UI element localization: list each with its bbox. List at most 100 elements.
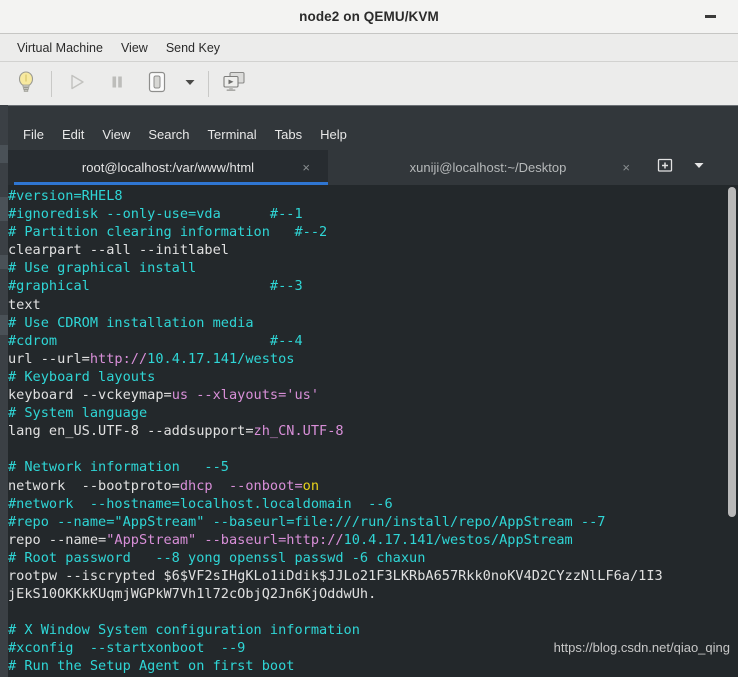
- shutdown-button[interactable]: [137, 66, 177, 102]
- show-details-button[interactable]: [6, 66, 46, 102]
- menu-view[interactable]: View: [112, 38, 157, 58]
- terminal-span: "AppStream": [106, 531, 197, 548]
- close-icon[interactable]: ×: [302, 160, 310, 175]
- term-menu-edit[interactable]: Edit: [53, 123, 93, 146]
- terminal-span: keyboard --vckeymap=: [8, 387, 172, 404]
- terminal-line: lang en_US.UTF-8 --addsupport=zh_CN.UTF-…: [8, 422, 726, 440]
- close-icon[interactable]: ×: [622, 160, 630, 175]
- terminal-span: --onboot=: [212, 477, 303, 494]
- terminal-span: http://: [286, 531, 344, 548]
- term-menu-file[interactable]: File: [14, 123, 53, 146]
- terminal-span: # Use graphical install: [8, 260, 197, 277]
- terminal-span: # Root password --8 yong openssl passwd …: [8, 549, 426, 566]
- terminal-line: #cdrom #--4: [8, 332, 726, 350]
- terminal-line: # Run the Setup Agent on first boot: [8, 657, 726, 675]
- terminal-span: #xconfig --startxonboot --9: [8, 640, 246, 657]
- terminal-span: text: [8, 296, 41, 313]
- toolbar-separator-2: [208, 71, 209, 97]
- terminal-line: #version=RHEL8: [8, 187, 726, 205]
- terminal-line: # Root password --8 yong openssl passwd …: [8, 549, 726, 567]
- terminal-line: jEkS10OKKkKUqmjWGPkW7Vh1l72cObjQ2Jn6KjOd…: [8, 585, 726, 603]
- screens-icon: [221, 70, 247, 99]
- terminal-line: #ignoredisk --only-use=vda #--1: [8, 205, 726, 223]
- terminal-line: keyboard --vckeymap=us --xlayouts='us': [8, 386, 726, 404]
- terminal-span: # Partition clearing information #--2: [8, 224, 328, 241]
- terminal-span: 10.4.17.141/westos/AppStream: [343, 531, 573, 548]
- terminal-tabbar: root@localhost:/var/www/html × xuniji@lo…: [8, 150, 738, 185]
- term-menu-view[interactable]: View: [93, 123, 139, 146]
- terminal-scrollbar[interactable]: [726, 185, 738, 677]
- tab-menu-button[interactable]: [682, 150, 716, 185]
- terminal-line: # Partition clearing information #--2: [8, 223, 726, 241]
- shutdown-options-button[interactable]: [177, 66, 203, 102]
- terminal-menubar: File Edit View Search Terminal Tabs Help: [8, 118, 738, 150]
- chevron-down-icon: [183, 75, 197, 94]
- terminal-tab-label: root@localhost:/var/www/html: [81, 160, 255, 175]
- terminal-tab-root[interactable]: root@localhost:/var/www/html ×: [8, 150, 328, 185]
- terminal-output-area[interactable]: #version=RHEL8 #ignoredisk --only-use=vda…: [8, 185, 738, 677]
- term-menu-terminal[interactable]: Terminal: [199, 123, 266, 146]
- window-titlebar: node2 on QEMU/KVM: [0, 0, 738, 34]
- terminal-line: # Use CDROM installation media: [8, 314, 726, 332]
- terminal-line: text: [8, 296, 726, 314]
- terminal-span: #repo --name="AppStream" --baseurl=file:…: [8, 513, 606, 530]
- play-icon: [67, 72, 87, 97]
- minimize-icon: [704, 15, 716, 18]
- terminal-span: # System language: [8, 405, 148, 422]
- power-icon: [144, 69, 170, 100]
- guest-screen[interactable]: File Edit View Search Terminal Tabs Help…: [0, 105, 738, 677]
- toolbar-separator: [51, 71, 52, 97]
- terminal-span: zh_CN.UTF-8: [253, 423, 344, 440]
- terminal-span: clearpart --all --initlabel: [8, 242, 229, 259]
- terminal-span: 10.4.17.141/westos: [147, 350, 295, 367]
- terminal-tab-label: xuniji@localhost:~/Desktop: [409, 160, 567, 175]
- term-menu-help[interactable]: Help: [311, 123, 356, 146]
- terminal-line: #network --hostname=localhost.localdomai…: [8, 495, 726, 513]
- terminal-span: #network --hostname=localhost.localdomai…: [8, 495, 393, 512]
- new-tab-button[interactable]: [648, 150, 682, 185]
- menu-send-key[interactable]: Send Key: [157, 38, 229, 58]
- terminal-span: # Use CDROM installation media: [8, 314, 254, 331]
- vm-toolbar: [0, 62, 738, 107]
- terminal-span: url --url=: [8, 350, 90, 367]
- terminal-line: # Network information --5: [8, 458, 726, 476]
- terminal-tab-xuniji[interactable]: xuniji@localhost:~/Desktop ×: [328, 150, 648, 185]
- terminal-line: url --url=http://10.4.17.141/westos: [8, 350, 726, 368]
- terminal-line: # Keyboard layouts: [8, 368, 726, 386]
- watermark: https://blog.csdn.net/qiao_qing: [553, 640, 730, 655]
- scrollbar-thumb[interactable]: [728, 187, 736, 517]
- term-menu-tabs[interactable]: Tabs: [266, 123, 311, 146]
- terminal-line: clearpart --all --initlabel: [8, 241, 726, 259]
- gnome-terminal-window: File Edit View Search Terminal Tabs Help…: [8, 118, 738, 677]
- pause-button[interactable]: [97, 66, 137, 102]
- terminal-line: repo --name="AppStream" --baseurl=http:/…: [8, 531, 726, 549]
- run-button[interactable]: [57, 66, 97, 102]
- terminal-span: #ignoredisk --only-use=vda #--1: [8, 206, 303, 223]
- terminal-span: #cdrom #--4: [8, 332, 303, 349]
- terminal-span: repo --name=: [8, 531, 107, 548]
- chevron-down-icon: [692, 158, 706, 177]
- minimize-button[interactable]: [696, 0, 724, 33]
- terminal-span: jEkS10OKKkKUqmjWGPkW7Vh1l72cObjQ2Jn6KjOd…: [8, 586, 377, 603]
- terminal-line: #graphical #--3: [8, 277, 726, 295]
- terminal-span: --baseurl=: [196, 531, 287, 548]
- menu-virtual-machine[interactable]: Virtual Machine: [8, 38, 112, 58]
- terminal-span: http://: [89, 350, 148, 367]
- term-menu-search[interactable]: Search: [139, 123, 198, 146]
- terminal-line: # System language: [8, 404, 726, 422]
- terminal-span: on: [302, 477, 320, 494]
- terminal-span: rootpw --iscrypted $6$VF2sIHgKLo1iDdik$J…: [8, 567, 663, 584]
- terminal-span: # X Window System configuration informat…: [8, 622, 360, 639]
- terminal-span: dhcp: [179, 477, 213, 494]
- fullscreen-button[interactable]: [214, 66, 254, 102]
- terminal-span: # Keyboard layouts: [8, 368, 156, 385]
- vm-menubar: Virtual Machine View Send Key: [0, 34, 738, 62]
- lightbulb-icon: [15, 70, 37, 99]
- window-title: node2 on QEMU/KVM: [299, 9, 439, 24]
- virt-manager-window: node2 on QEMU/KVM Virtual Machine View S…: [0, 0, 738, 677]
- terminal-span: #graphical #--3: [8, 278, 303, 295]
- terminal-text: #version=RHEL8 #ignoredisk --only-use=vda…: [8, 187, 726, 676]
- terminal-line: #repo --name="AppStream" --baseurl=file:…: [8, 513, 726, 531]
